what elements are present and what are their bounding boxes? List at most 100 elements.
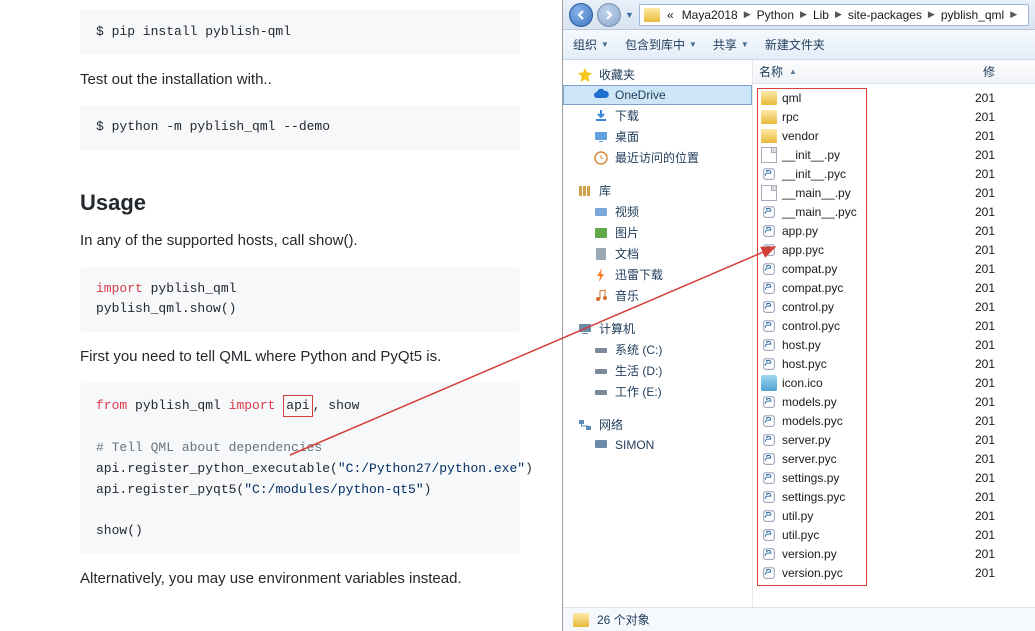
file-list[interactable]: qml201rpc201vendor201__init__.py201__ini… bbox=[753, 84, 1035, 607]
sidebar-item-drive-e[interactable]: 工作 (E:) bbox=[563, 381, 752, 402]
breadcrumb-item[interactable]: Maya2018 bbox=[679, 8, 741, 22]
sidebar-item-xunlei[interactable]: 迅雷下载 bbox=[563, 264, 752, 285]
sidebar-item-recent[interactable]: 最近访问的位置 bbox=[563, 147, 752, 168]
toolbar-share-button[interactable]: 共享 ▼ bbox=[713, 36, 749, 53]
file-row[interactable]: models.py201 bbox=[757, 392, 1035, 411]
nav-back-button[interactable] bbox=[569, 3, 593, 27]
file-row[interactable]: settings.pyc201 bbox=[757, 487, 1035, 506]
file-row[interactable]: app.pyc201 bbox=[757, 240, 1035, 259]
file-name: compat.pyc bbox=[782, 281, 843, 295]
file-row[interactable]: compat.py201 bbox=[757, 259, 1035, 278]
code-line: import pyblish_qml bbox=[96, 279, 504, 300]
code-line: from pyblish_qml import api, show bbox=[96, 395, 504, 418]
sidebar-item-documents[interactable]: 文档 bbox=[563, 243, 752, 264]
documentation-content: $ pip install pyblish-qml Test out the i… bbox=[0, 0, 560, 631]
file-name: version.pyc bbox=[782, 566, 843, 580]
file-date: 201 bbox=[975, 186, 995, 200]
toolbar-organize-button[interactable]: 组织 ▼ bbox=[573, 36, 609, 53]
sidebar-section-computer: 计算机 系统 (C:) 生活 (D:) 工作 (E:) bbox=[563, 318, 752, 402]
sidebar-label: 音乐 bbox=[615, 287, 639, 304]
sidebar-item-downloads[interactable]: 下载 bbox=[563, 105, 752, 126]
file-row[interactable]: icon.ico201 bbox=[757, 373, 1035, 392]
recent-icon bbox=[593, 150, 609, 166]
sidebar-item-onedrive[interactable]: OneDrive bbox=[563, 85, 752, 105]
sidebar-label: 计算机 bbox=[599, 320, 635, 337]
file-row[interactable]: host.pyc201 bbox=[757, 354, 1035, 373]
thunder-icon bbox=[593, 267, 609, 283]
file-name: settings.py bbox=[782, 471, 839, 485]
file-row[interactable]: compat.pyc 201 bbox=[757, 278, 1035, 297]
address-breadcrumb[interactable]: « Maya2018▶ Python▶ Lib▶ site-packages▶ … bbox=[639, 4, 1029, 26]
sidebar-item-simon[interactable]: SIMON bbox=[563, 435, 752, 455]
python-file-icon bbox=[761, 432, 777, 448]
python-file-icon bbox=[761, 337, 777, 353]
sidebar-item-drive-c[interactable]: 系统 (C:) bbox=[563, 339, 752, 360]
file-row[interactable]: server.py201 bbox=[757, 430, 1035, 449]
python-file-icon bbox=[761, 394, 777, 410]
folder-icon bbox=[761, 91, 777, 105]
toolbar-label: 组织 bbox=[573, 36, 597, 53]
file-row[interactable]: settings.py201 bbox=[757, 468, 1035, 487]
file-row[interactable]: __init__.py201 bbox=[757, 145, 1035, 164]
code-line: api.register_python_executable("C:/Pytho… bbox=[96, 459, 504, 480]
code-line bbox=[96, 417, 504, 438]
sidebar-header-network[interactable]: 网络 bbox=[563, 414, 752, 435]
file-row[interactable]: server.pyc201 bbox=[757, 449, 1035, 468]
breadcrumb-item[interactable]: Lib bbox=[810, 8, 832, 22]
file-row[interactable]: app.py201 bbox=[757, 221, 1035, 240]
file-name: icon.ico bbox=[782, 376, 823, 390]
file-name: app.py bbox=[782, 224, 818, 238]
text-alt-intro: Alternatively, you may use environment v… bbox=[80, 568, 520, 591]
file-row[interactable]: vendor201 bbox=[757, 126, 1035, 145]
file-row[interactable]: rpc201 bbox=[757, 107, 1035, 126]
file-row[interactable]: __main__.pyc201 bbox=[757, 202, 1035, 221]
file-row[interactable]: __init__.pyc201 bbox=[757, 164, 1035, 183]
sidebar-item-pictures[interactable]: 图片 bbox=[563, 222, 752, 243]
sidebar-header-favorites[interactable]: 收藏夹 bbox=[563, 64, 752, 85]
file-row[interactable]: __main__.py201 bbox=[757, 183, 1035, 202]
token-rest: , show bbox=[313, 398, 360, 413]
file-date: 201 bbox=[975, 547, 995, 561]
document-icon bbox=[593, 246, 609, 262]
toolbar-include-button[interactable]: 包含到库中 ▼ bbox=[625, 36, 697, 53]
file-row[interactable]: version.py201 bbox=[757, 544, 1035, 563]
sidebar-header-computer[interactable]: 计算机 bbox=[563, 318, 752, 339]
file-row[interactable]: version.pyc201 bbox=[757, 563, 1035, 582]
folder-icon bbox=[644, 8, 660, 22]
file-name: host.py bbox=[782, 338, 821, 352]
file-row[interactable]: control.pyc201 bbox=[757, 316, 1035, 335]
file-name: qml bbox=[782, 91, 801, 105]
nav-history-dropdown[interactable]: ▼ bbox=[625, 10, 635, 20]
file-row[interactable]: host.py201 bbox=[757, 335, 1035, 354]
nav-forward-button[interactable] bbox=[597, 3, 621, 27]
token-string: "C:/Python27/python.exe" bbox=[338, 461, 525, 476]
explorer-titlebar: ▼ « Maya2018▶ Python▶ Lib▶ site-packages… bbox=[563, 0, 1035, 30]
sidebar-item-desktop[interactable]: 桌面 bbox=[563, 126, 752, 147]
sidebar-label: 桌面 bbox=[615, 128, 639, 145]
file-row[interactable]: util.pyc201 bbox=[757, 525, 1035, 544]
column-label: 修 bbox=[983, 65, 995, 79]
toolbar-label: 新建文件夹 bbox=[765, 36, 825, 53]
file-date: 201 bbox=[975, 452, 995, 466]
column-header-name[interactable]: 名称▲ bbox=[753, 63, 983, 80]
sidebar-item-music[interactable]: 音乐 bbox=[563, 285, 752, 306]
code-register: from pyblish_qml import api, show # Tell… bbox=[80, 383, 520, 555]
file-row[interactable]: util.py201 bbox=[757, 506, 1035, 525]
breadcrumb-item[interactable]: site-packages bbox=[845, 8, 925, 22]
file-row[interactable]: models.pyc201 bbox=[757, 411, 1035, 430]
computer-icon bbox=[593, 437, 609, 453]
file-row[interactable]: control.py201 bbox=[757, 297, 1035, 316]
file-name: util.py bbox=[782, 509, 813, 523]
python-file-icon bbox=[761, 489, 777, 505]
explorer-sidebar[interactable]: 收藏夹 OneDrive 下载 桌面 最近访问的位置 库 视频 图片 文档 迅雷… bbox=[563, 60, 753, 607]
file-row[interactable]: qml201 bbox=[757, 88, 1035, 107]
column-header-date[interactable]: 修 bbox=[983, 63, 1023, 80]
breadcrumb-item[interactable]: pyblish_qml bbox=[938, 8, 1007, 22]
breadcrumb-item[interactable]: Python bbox=[754, 8, 797, 22]
sidebar-header-library[interactable]: 库 bbox=[563, 180, 752, 201]
toolbar-newfolder-button[interactable]: 新建文件夹 bbox=[765, 36, 825, 53]
sidebar-item-videos[interactable]: 视频 bbox=[563, 201, 752, 222]
sidebar-item-drive-d[interactable]: 生活 (D:) bbox=[563, 360, 752, 381]
breadcrumb-item[interactable]: « bbox=[664, 8, 677, 22]
file-date: 201 bbox=[975, 281, 995, 295]
